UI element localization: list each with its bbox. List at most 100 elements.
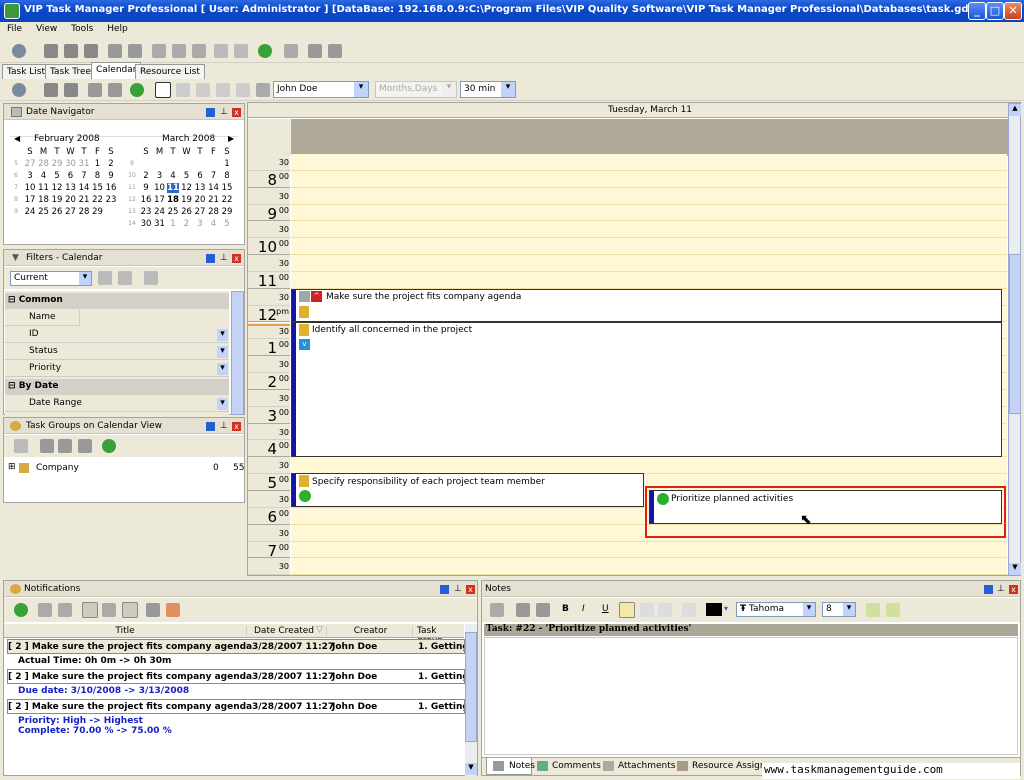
calendar-day[interactable]: 10 <box>154 183 166 193</box>
chevron-down-icon[interactable]: ▾ <box>724 604 728 613</box>
calendar-day[interactable]: 18 <box>38 195 50 205</box>
calendar-day[interactable]: 31 <box>78 159 90 169</box>
pin-icon[interactable]: ⊥ <box>220 107 229 117</box>
notifications-scrollbar[interactable]: ▼ <box>465 624 477 776</box>
layout-icon[interactable] <box>328 44 342 58</box>
group-delete-icon[interactable] <box>78 439 92 453</box>
tab-notes[interactable]: Notes <box>486 758 535 775</box>
calendar-day[interactable]: 26 <box>181 207 193 217</box>
col-title[interactable]: Title <box>4 626 247 636</box>
calendar-day[interactable]: 22 <box>221 195 233 205</box>
move-up-icon[interactable] <box>152 44 166 58</box>
calendar-day[interactable]: 7 <box>78 171 90 181</box>
refresh-icon[interactable] <box>14 603 28 617</box>
close-icon[interactable]: x <box>466 585 475 594</box>
dock-icon[interactable] <box>206 108 215 117</box>
align-right-icon[interactable] <box>658 603 672 617</box>
calendar-day[interactable]: 30 <box>65 159 77 169</box>
menu-help[interactable]: Help <box>103 22 132 36</box>
calendar-day[interactable]: 14 <box>78 183 90 193</box>
calendar-day[interactable]: 16 <box>105 183 117 193</box>
user-select[interactable]: John Doe ▾ <box>273 81 369 98</box>
calendar-day[interactable]: 20 <box>65 195 77 205</box>
calendar-day[interactable]: 3 <box>154 171 166 181</box>
calendar-day[interactable]: 4 <box>38 171 50 181</box>
calendar-day[interactable]: 17 <box>154 195 166 205</box>
menu-view[interactable]: View <box>32 22 61 36</box>
month-view-icon[interactable] <box>216 83 230 97</box>
settings-icon[interactable] <box>102 603 116 617</box>
calendar-day[interactable]: 4 <box>167 171 179 181</box>
calendar-day[interactable]: 7 <box>208 171 220 181</box>
expand-icon[interactable]: ⊞ <box>8 462 16 472</box>
tab-task-tree[interactable]: Task Tree <box>45 64 97 79</box>
calendar-day[interactable]: 11 <box>38 183 50 193</box>
calendar-day[interactable]: 24 <box>24 207 36 217</box>
align-center-icon[interactable] <box>640 603 654 617</box>
calendar-day[interactable]: 29 <box>221 207 233 217</box>
outline-icon[interactable] <box>214 44 228 58</box>
mark-all-read-icon[interactable] <box>58 603 72 617</box>
calendar-day[interactable]: 27 <box>65 207 77 217</box>
mark-read-icon[interactable] <box>38 603 52 617</box>
chevron-down-icon[interactable]: ▾ <box>217 363 228 375</box>
arrow-down-icon[interactable] <box>192 44 206 58</box>
undo-icon[interactable] <box>284 44 298 58</box>
calendar-day[interactable]: 1 <box>92 159 104 169</box>
dock-icon[interactable] <box>206 422 215 431</box>
table-row[interactable]: [ 2 ] Make sure the project fits company… <box>7 669 465 684</box>
close-button[interactable]: ✕ <box>1004 2 1022 20</box>
chevron-down-icon[interactable]: ▾ <box>79 272 91 285</box>
calendar-day[interactable]: 13 <box>194 183 206 193</box>
scroll-down-arrow[interactable]: ▼ <box>465 763 477 775</box>
chevron-down-icon[interactable]: ▾ <box>217 398 228 410</box>
tab-task-list[interactable]: Task List <box>2 64 51 79</box>
task-icon[interactable] <box>44 83 58 97</box>
font-family-select[interactable]: Ŧ Tahoma ▾ <box>736 602 816 617</box>
underline-icon[interactable]: U <box>602 604 609 614</box>
group-edit-icon[interactable] <box>58 439 72 453</box>
bullets-icon[interactable] <box>682 603 696 617</box>
calendar-scrollbar[interactable]: ▲ ▼ <box>1008 103 1021 575</box>
pin-icon[interactable]: ⊥ <box>220 253 229 263</box>
tab-resource-list[interactable]: Resource List <box>135 64 205 79</box>
task-icon[interactable] <box>44 44 58 58</box>
filters-scrollbar[interactable] <box>231 291 244 415</box>
calendar-day[interactable]: 23 <box>140 207 152 217</box>
bullets-list-icon[interactable] <box>866 603 880 617</box>
save-icon[interactable] <box>490 603 504 617</box>
filter-apply-icon[interactable] <box>98 271 112 285</box>
workweek-view-icon[interactable] <box>176 83 190 97</box>
tab-calendar[interactable]: Calendar <box>91 62 142 79</box>
chevron-down-icon[interactable]: ▾ <box>217 329 228 341</box>
calendar-day[interactable]: 3 <box>194 219 206 229</box>
refresh-icon[interactable] <box>130 83 144 97</box>
close-icon[interactable]: x <box>232 108 241 117</box>
filter-preset-select[interactable]: Current ▾ <box>10 271 92 286</box>
calendar-day[interactable]: 23 <box>105 195 117 205</box>
calendar-day[interactable]: 26 <box>51 207 63 217</box>
scroll-up-arrow[interactable]: ▲ <box>1009 104 1021 116</box>
calendar-day[interactable]: 5 <box>181 171 193 181</box>
filter-name-value[interactable] <box>79 310 229 326</box>
font-color-icon[interactable] <box>706 603 722 616</box>
maximize-button[interactable]: □ <box>986 2 1004 20</box>
scroll-thumb[interactable] <box>1009 254 1021 414</box>
calendar-day[interactable]: 28 <box>78 207 90 217</box>
calendar-day[interactable]: 24 <box>154 207 166 217</box>
italic-icon[interactable]: I <box>582 604 585 614</box>
print-icon[interactable] <box>146 603 160 617</box>
calendar-day[interactable]: 15 <box>221 183 233 193</box>
task-edit-icon[interactable] <box>64 83 78 97</box>
calendar-day[interactable]: 19 <box>51 195 63 205</box>
preview-icon[interactable] <box>128 44 142 58</box>
group-add-icon[interactable] <box>40 439 54 453</box>
tab-resource-assignments[interactable]: Resource Assignm <box>674 758 764 775</box>
calendar-day[interactable]: 15 <box>92 183 104 193</box>
task-fits-agenda[interactable]: ^ Make sure the project fits company age… <box>291 289 1002 322</box>
time-slot[interactable] <box>291 457 1007 475</box>
filter-edit-icon[interactable] <box>118 271 132 285</box>
calendar-day[interactable]: 29 <box>92 207 104 217</box>
all-day-area[interactable] <box>291 119 1008 156</box>
time-slot[interactable] <box>291 187 1007 205</box>
